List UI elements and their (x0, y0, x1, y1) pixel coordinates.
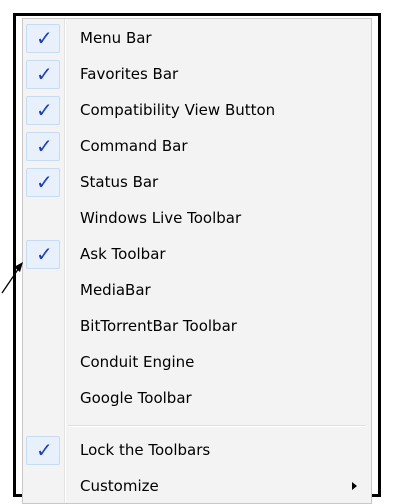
checkmark-icon: ✓ (36, 62, 53, 86)
checkmark-icon: ✓ (36, 242, 53, 266)
submenu-arrow-icon (352, 482, 357, 490)
menu-item-ask-toolbar[interactable]: ✓ Ask Toolbar (25, 237, 369, 272)
menu-item-google-toolbar[interactable]: Google Toolbar (25, 381, 369, 416)
menu-item-lock-the-toolbars[interactable]: ✓ Lock the Toolbars (25, 433, 369, 468)
menu-item-label: Menu Bar (80, 29, 152, 47)
checkmark-icon: ✓ (36, 438, 53, 462)
menu-item-status-bar[interactable]: ✓ Status Bar (25, 165, 369, 200)
check-indicator: ✓ (26, 240, 60, 269)
check-indicator: ✓ (26, 436, 60, 465)
menu-item-windows-live-toolbar[interactable]: Windows Live Toolbar (25, 201, 369, 236)
checkmark-icon: ✓ (36, 98, 53, 122)
menu-item-label: Command Bar (80, 137, 188, 155)
menu-item-favorites-bar[interactable]: ✓ Favorites Bar (25, 57, 369, 92)
menu-item-bittorrentbar-toolbar[interactable]: BitTorrentBar Toolbar (25, 309, 369, 344)
menu-item-label: Lock the Toolbars (80, 441, 211, 459)
checkmark-icon: ✓ (36, 26, 53, 50)
menu-item-label: Windows Live Toolbar (80, 209, 242, 227)
menu-item-label: Compatibility View Button (80, 101, 276, 119)
menu-item-menu-bar[interactable]: ✓ Menu Bar (25, 21, 369, 56)
checkmark-icon: ✓ (36, 134, 53, 158)
menu-item-conduit-engine[interactable]: Conduit Engine (25, 345, 369, 380)
menu-separator-highlight (68, 426, 366, 427)
menu-item-customize[interactable]: Customize (25, 469, 369, 504)
check-indicator: ✓ (26, 96, 60, 125)
check-indicator: ✓ (26, 132, 60, 161)
check-indicator: ✓ (26, 168, 60, 197)
check-indicator: ✓ (26, 60, 60, 89)
menu-item-mediabar[interactable]: MediaBar (25, 273, 369, 308)
menu-item-label: Status Bar (80, 173, 159, 191)
menu-item-compatibility-view-button[interactable]: ✓ Compatibility View Button (25, 93, 369, 128)
menu-item-label: Google Toolbar (80, 389, 192, 407)
menu-item-label: Conduit Engine (80, 353, 195, 371)
annotation-arrow-icon (1, 262, 23, 294)
menu-item-label: Favorites Bar (80, 65, 179, 83)
menu-item-command-bar[interactable]: ✓ Command Bar (25, 129, 369, 164)
checkmark-icon: ✓ (36, 170, 53, 194)
check-indicator: ✓ (26, 24, 60, 53)
menu-item-label: MediaBar (80, 281, 151, 299)
toolbars-context-menu: ✓ Menu Bar ✓ Favorites Bar ✓ Compatibili… (22, 18, 372, 504)
menu-item-label: Ask Toolbar (80, 245, 166, 263)
menu-item-label: Customize (80, 477, 159, 495)
menu-item-label: BitTorrentBar Toolbar (80, 317, 237, 335)
